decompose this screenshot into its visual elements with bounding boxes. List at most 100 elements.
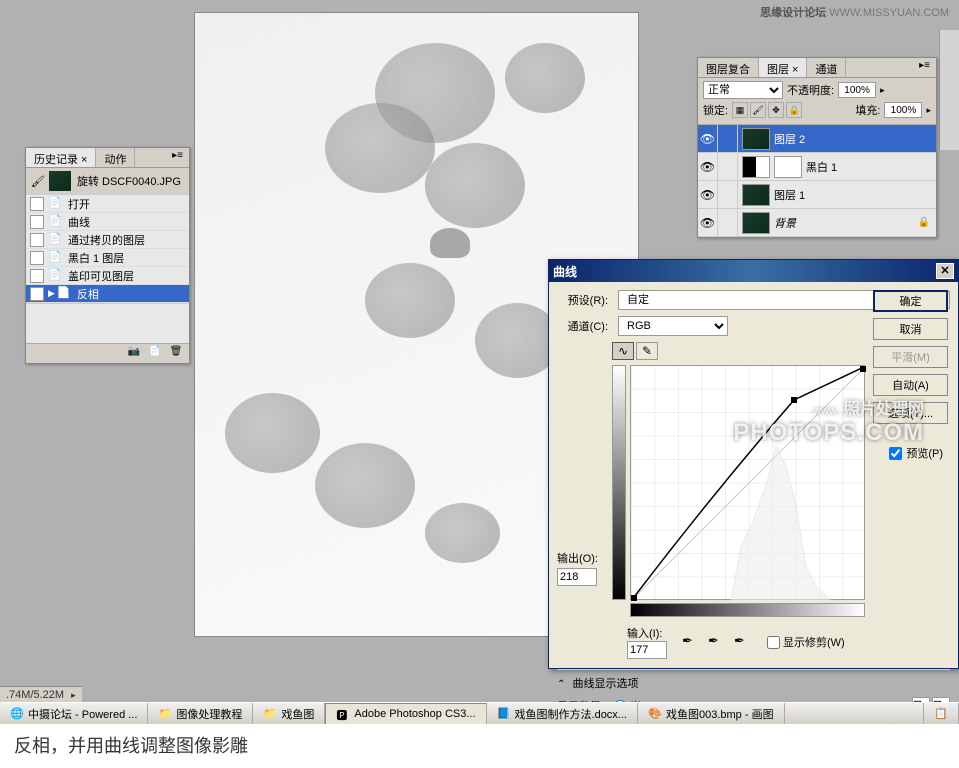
taskbar-item[interactable]: 📁 戏鱼图 bbox=[253, 703, 325, 724]
curve-tool-point-icon[interactable]: ∿ bbox=[612, 342, 634, 360]
layer-item[interactable]: 👁 图层 2 bbox=[698, 125, 936, 153]
history-checkbox[interactable] bbox=[30, 233, 44, 247]
history-item-curves[interactable]: 曲线 bbox=[26, 213, 189, 231]
panel-menu-icon[interactable]: ▸≡ bbox=[913, 58, 936, 77]
layer-name[interactable]: 黑白 1 bbox=[806, 159, 837, 175]
panel-menu-icon[interactable]: ▸≡ bbox=[166, 148, 189, 167]
history-item-label: 黑白 1 图层 bbox=[68, 250, 124, 266]
history-item-bw-layer[interactable]: 黑白 1 图层 bbox=[26, 249, 189, 267]
history-item-stamp-visible[interactable]: 盖印可见图层 bbox=[26, 267, 189, 285]
taskbar-item[interactable]: 📘 戏鱼图制作方法.docx... bbox=[487, 703, 638, 724]
visibility-eye-icon[interactable]: 👁 bbox=[698, 125, 718, 152]
smooth-button[interactable]: 平滑(M) bbox=[873, 346, 948, 368]
show-clipping-label: 显示修剪(W) bbox=[783, 634, 845, 650]
cancel-button[interactable]: 取消 bbox=[873, 318, 948, 340]
curves-titlebar[interactable]: 曲线 ✕ bbox=[549, 260, 958, 282]
opacity-flyout-icon[interactable]: ▸ bbox=[880, 85, 885, 96]
auto-button[interactable]: 自动(A) bbox=[873, 374, 948, 396]
curve-line[interactable] bbox=[631, 366, 866, 601]
eyedropper-white-icon[interactable]: ✒ bbox=[734, 633, 752, 651]
lock-all-icon[interactable]: 🔒 bbox=[786, 102, 802, 118]
lily-pad bbox=[315, 443, 415, 528]
layer-link-area[interactable] bbox=[718, 209, 738, 236]
layer-name[interactable]: 图层 1 bbox=[774, 187, 805, 203]
lily-pad bbox=[505, 43, 585, 113]
layer-link-area[interactable] bbox=[718, 181, 738, 208]
tutorial-caption: 反相，并用曲线调整图像影雕 bbox=[0, 724, 959, 768]
lock-transparency-icon[interactable]: ▦ bbox=[732, 102, 748, 118]
channel-label: 通道(C): bbox=[557, 318, 612, 334]
taskbar-item[interactable]: 🎨 戏鱼图003.bmp - 画图 bbox=[638, 703, 785, 724]
display-options-label[interactable]: 曲线显示选项 bbox=[572, 678, 638, 690]
history-checkbox[interactable] bbox=[30, 269, 44, 283]
fill-flyout-icon[interactable]: ▸ bbox=[926, 105, 931, 116]
visibility-eye-icon[interactable]: 👁 bbox=[698, 153, 718, 180]
curves-graph[interactable] bbox=[630, 365, 865, 600]
close-icon[interactable]: ✕ bbox=[936, 263, 954, 279]
visibility-eye-icon[interactable]: 👁 bbox=[698, 209, 718, 236]
ok-button[interactable]: 确定 bbox=[873, 290, 948, 312]
history-checkbox[interactable] bbox=[30, 197, 44, 211]
lock-label: 锁定: bbox=[703, 102, 728, 118]
taskbar-item[interactable]: 🌐 中摄论坛 - Powered ... bbox=[0, 703, 148, 724]
visibility-eye-icon[interactable]: 👁 bbox=[698, 181, 718, 208]
lock-position-icon[interactable]: ✥ bbox=[768, 102, 784, 118]
opacity-input[interactable] bbox=[838, 82, 876, 98]
blend-mode-select[interactable]: 正常 bbox=[703, 81, 783, 99]
right-tool-strip[interactable] bbox=[939, 30, 959, 150]
layer-item[interactable]: 👁 背景 🔒 bbox=[698, 209, 936, 237]
history-list: 打开 曲线 通过拷贝的图层 黑白 1 图层 盖印可见图层 ▶ 反相 bbox=[26, 195, 189, 303]
layer-item[interactable]: 👁 图层 1 bbox=[698, 181, 936, 209]
history-item-invert[interactable]: ▶ 反相 bbox=[26, 285, 189, 303]
tab-actions[interactable]: 动作 bbox=[96, 148, 135, 167]
lily-pad bbox=[225, 393, 320, 473]
output-input[interactable] bbox=[557, 568, 597, 586]
input-input[interactable] bbox=[627, 641, 667, 659]
caption-text: 反相，并用曲线调整图像影雕 bbox=[14, 736, 248, 756]
layer-mask-thumbnail[interactable] bbox=[774, 156, 802, 178]
history-checkbox[interactable] bbox=[30, 215, 44, 229]
taskbar-label: 中摄论坛 - Powered ... bbox=[28, 706, 137, 722]
layers-panel: 图层复合 图层 × 通道 ▸≡ 正常 不透明度: ▸ 锁定: ▦ 🖌 ✥ 🔒 填… bbox=[697, 57, 937, 238]
tab-history[interactable]: 历史记录 × bbox=[26, 148, 96, 167]
input-gradient bbox=[630, 603, 865, 617]
tab-layers[interactable]: 图层 × bbox=[759, 58, 807, 77]
expand-icon[interactable]: ⌃ bbox=[557, 679, 565, 690]
history-checkbox[interactable] bbox=[30, 287, 44, 301]
tab-layer-comps[interactable]: 图层复合 bbox=[698, 58, 759, 77]
eyedropper-gray-icon[interactable]: ✒ bbox=[708, 633, 726, 651]
layer-name[interactable]: 图层 2 bbox=[774, 131, 805, 147]
taskbar-item[interactable]: 📁 图像处理教程 bbox=[148, 703, 253, 724]
taskbar-item[interactable]: 🅿 Adobe Photoshop CS3... bbox=[325, 703, 486, 724]
options-button[interactable]: 选项(T)... bbox=[873, 402, 948, 424]
lock-paint-icon[interactable]: 🖌 bbox=[750, 102, 766, 118]
fill-input[interactable] bbox=[884, 102, 922, 118]
history-checkbox[interactable] bbox=[30, 251, 44, 265]
layer-link-area[interactable] bbox=[718, 153, 738, 180]
taskbar-tray[interactable]: 📋 bbox=[923, 703, 959, 724]
curves-dialog: 曲线 ✕ 预设(R): 自定 ▸ 通道(C): RGB ∿ ✎ bbox=[548, 259, 959, 669]
layer-thumbnail[interactable] bbox=[742, 156, 770, 178]
curve-point[interactable] bbox=[791, 397, 797, 403]
layer-name[interactable]: 背景 bbox=[774, 215, 796, 231]
history-item-layer-via-copy[interactable]: 通过拷贝的图层 bbox=[26, 231, 189, 249]
history-snapshot-row[interactable]: 🖌 旋转 DSCF0040.JPG bbox=[26, 168, 189, 195]
layer-thumbnail[interactable] bbox=[742, 128, 770, 150]
new-document-icon[interactable]: 📄 bbox=[147, 346, 163, 360]
tab-channels[interactable]: 通道 bbox=[807, 58, 846, 77]
new-snapshot-icon[interactable]: 📷 bbox=[126, 346, 142, 360]
curve-tool-pencil-icon[interactable]: ✎ bbox=[636, 342, 658, 360]
trash-icon[interactable]: 🗑 bbox=[168, 346, 184, 360]
layer-item[interactable]: 👁 黑白 1 bbox=[698, 153, 936, 181]
preview-checkbox[interactable] bbox=[889, 447, 902, 460]
curves-buttons: 确定 取消 平滑(M) 自动(A) 选项(T)... bbox=[873, 290, 948, 424]
status-flyout-icon[interactable]: ▸ bbox=[71, 690, 76, 700]
show-clipping-checkbox[interactable] bbox=[767, 636, 780, 649]
channel-select[interactable]: RGB bbox=[618, 316, 728, 336]
preset-label: 预设(R): bbox=[557, 292, 612, 308]
layer-link-area[interactable] bbox=[718, 125, 738, 152]
eyedropper-black-icon[interactable]: ✒ bbox=[682, 633, 700, 651]
history-item-open[interactable]: 打开 bbox=[26, 195, 189, 213]
layer-thumbnail[interactable] bbox=[742, 184, 770, 206]
layer-thumbnail[interactable] bbox=[742, 212, 770, 234]
